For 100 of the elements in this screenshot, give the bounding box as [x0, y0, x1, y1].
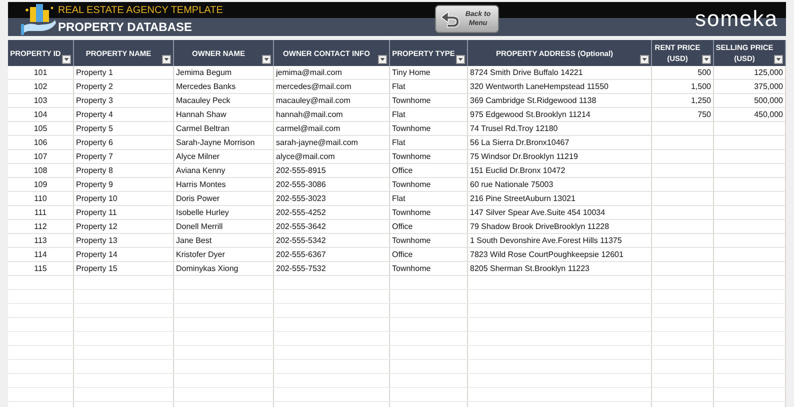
table-cell: Property 9 [74, 178, 174, 192]
table-cell: 105 [8, 122, 74, 136]
table-cell: 113 [8, 234, 74, 248]
table-cell: macauley@mail.com [274, 94, 390, 108]
table-cell: Sarah-Jayne Morrison [174, 136, 274, 150]
table-cell: 111 [8, 206, 74, 220]
table-cell: 125,000 [714, 66, 786, 80]
table-cell: 750 [652, 108, 714, 122]
table-cell: Townhome [390, 206, 468, 220]
filter-dropdown-button[interactable] [456, 55, 465, 64]
filter-dropdown-button[interactable] [640, 55, 649, 64]
table-cell: 450,000 [714, 108, 786, 122]
table-cell: 102 [8, 80, 74, 94]
empty-cell [652, 234, 714, 248]
table-cell: 110 [8, 192, 74, 206]
table-cell: 101 [8, 66, 74, 80]
table-cell: 109 [8, 178, 74, 192]
empty-cell [652, 150, 714, 164]
table-cell: Property 3 [74, 94, 174, 108]
table-cell: 8724 Smith Drive Buffalo 14221 [468, 66, 652, 80]
table-cell: sarah-jayne@mail.com [274, 136, 390, 150]
table-cell: Flat [390, 192, 468, 206]
table-cell: 74 Trusel Rd.Troy 12180 [468, 122, 652, 136]
table-cell: Townhome [390, 150, 468, 164]
empty-cell [652, 122, 714, 136]
filter-dropdown-button[interactable] [162, 55, 171, 64]
table-cell: 7823 Wild Rose CourtPoughkeepsie 12601 [468, 248, 652, 262]
table-cell: Hannah Shaw [174, 108, 274, 122]
table-cell: 103 [8, 94, 74, 108]
table-cell: Kristofer Dyer [174, 248, 274, 262]
table-cell: Macauley Peck [174, 94, 274, 108]
filter-dropdown-button[interactable] [378, 55, 387, 64]
table-cell: alyce@mail.com [274, 150, 390, 164]
empty-cell [714, 234, 786, 248]
empty-cell [714, 122, 786, 136]
empty-cell [652, 192, 714, 206]
table-cell: Aviana Kenny [174, 164, 274, 178]
table-cell: 104 [8, 108, 74, 122]
empty-cell [652, 178, 714, 192]
table-cell: 369 Cambridge St.Ridgewood 1138 [468, 94, 652, 108]
filter-dropdown-button[interactable] [262, 55, 271, 64]
empty-cell [714, 164, 786, 178]
empty-cell [652, 164, 714, 178]
table-cell: Property 10 [74, 192, 174, 206]
table-cell: Townhome [390, 178, 468, 192]
table-cell: Flat [390, 108, 468, 122]
empty-cell [652, 248, 714, 262]
filter-dropdown-button[interactable] [62, 55, 71, 64]
table-cell: 500 [652, 66, 714, 80]
empty-cell [714, 192, 786, 206]
table-cell: 320 Wentworth LaneHempstead 11550 [468, 80, 652, 94]
table-cell: 500,000 [714, 94, 786, 108]
empty-cell [714, 206, 786, 220]
caret-icon [458, 58, 463, 61]
table-cell: 1,250 [652, 94, 714, 108]
table-cell: hannah@mail.com [274, 108, 390, 122]
caret-icon [264, 58, 269, 61]
table-cell: Mercedes Banks [174, 80, 274, 94]
empty-cell [652, 136, 714, 150]
table-cell: mercedes@mail.com [274, 80, 390, 94]
caret-icon [704, 58, 709, 61]
table-cell: Office [390, 220, 468, 234]
table-cell: Carmel Beltran [174, 122, 274, 136]
table-cell: Property 1 [74, 66, 174, 80]
table-cell: 147 Silver Spear Ave.Suite 454 10034 [468, 206, 652, 220]
table-cell: Harris Montes [174, 178, 274, 192]
caret-icon [64, 58, 69, 61]
app-title: REAL ESTATE AGENCY TEMPLATE [58, 4, 223, 16]
table-cell: 56 La Sierra Dr.Bronx10467 [468, 136, 652, 150]
caret-icon [776, 58, 781, 61]
table-cell: 60 rue Nationale 75003 [468, 178, 652, 192]
table-cell: Townhome [390, 94, 468, 108]
table-cell: 216 Pine StreetAuburn 13021 [468, 192, 652, 206]
table-cell: carmel@mail.com [274, 122, 390, 136]
table-cell: 151 Euclid Dr.Bronx 10472 [468, 164, 652, 178]
table-cell: 375,000 [714, 80, 786, 94]
table-cell: Flat [390, 80, 468, 94]
table-cell: 202-555-3086 [274, 178, 390, 192]
table-cell: 202-555-3642 [274, 220, 390, 234]
table-cell: 975 Edgewood St.Brooklyn 11214 [468, 108, 652, 122]
brand-logo: someka [694, 6, 778, 32]
empty-cell [652, 206, 714, 220]
filter-dropdown-button[interactable] [774, 55, 783, 64]
table-cell: Doris Power [174, 192, 274, 206]
buildings-hand-icon [20, 4, 58, 36]
table-cell: Property 6 [74, 136, 174, 150]
table-cell: Property 11 [74, 206, 174, 220]
empty-cell [714, 220, 786, 234]
table-cell: 1 South Devonshire Ave.Forest Hills 11375 [468, 234, 652, 248]
table-cell: Property 7 [74, 150, 174, 164]
table-cell: Jemima Begum [174, 66, 274, 80]
table-cell: Property 4 [74, 108, 174, 122]
table-cell: 202-555-8915 [274, 164, 390, 178]
page-title: PROPERTY DATABASE [58, 20, 192, 34]
caret-icon [164, 58, 169, 61]
table-cell: Property 12 [74, 220, 174, 234]
caret-icon [642, 58, 647, 61]
filter-dropdown-button[interactable] [702, 55, 711, 64]
table-cell: Townhome [390, 234, 468, 248]
table-cell: 202-555-3023 [274, 192, 390, 206]
